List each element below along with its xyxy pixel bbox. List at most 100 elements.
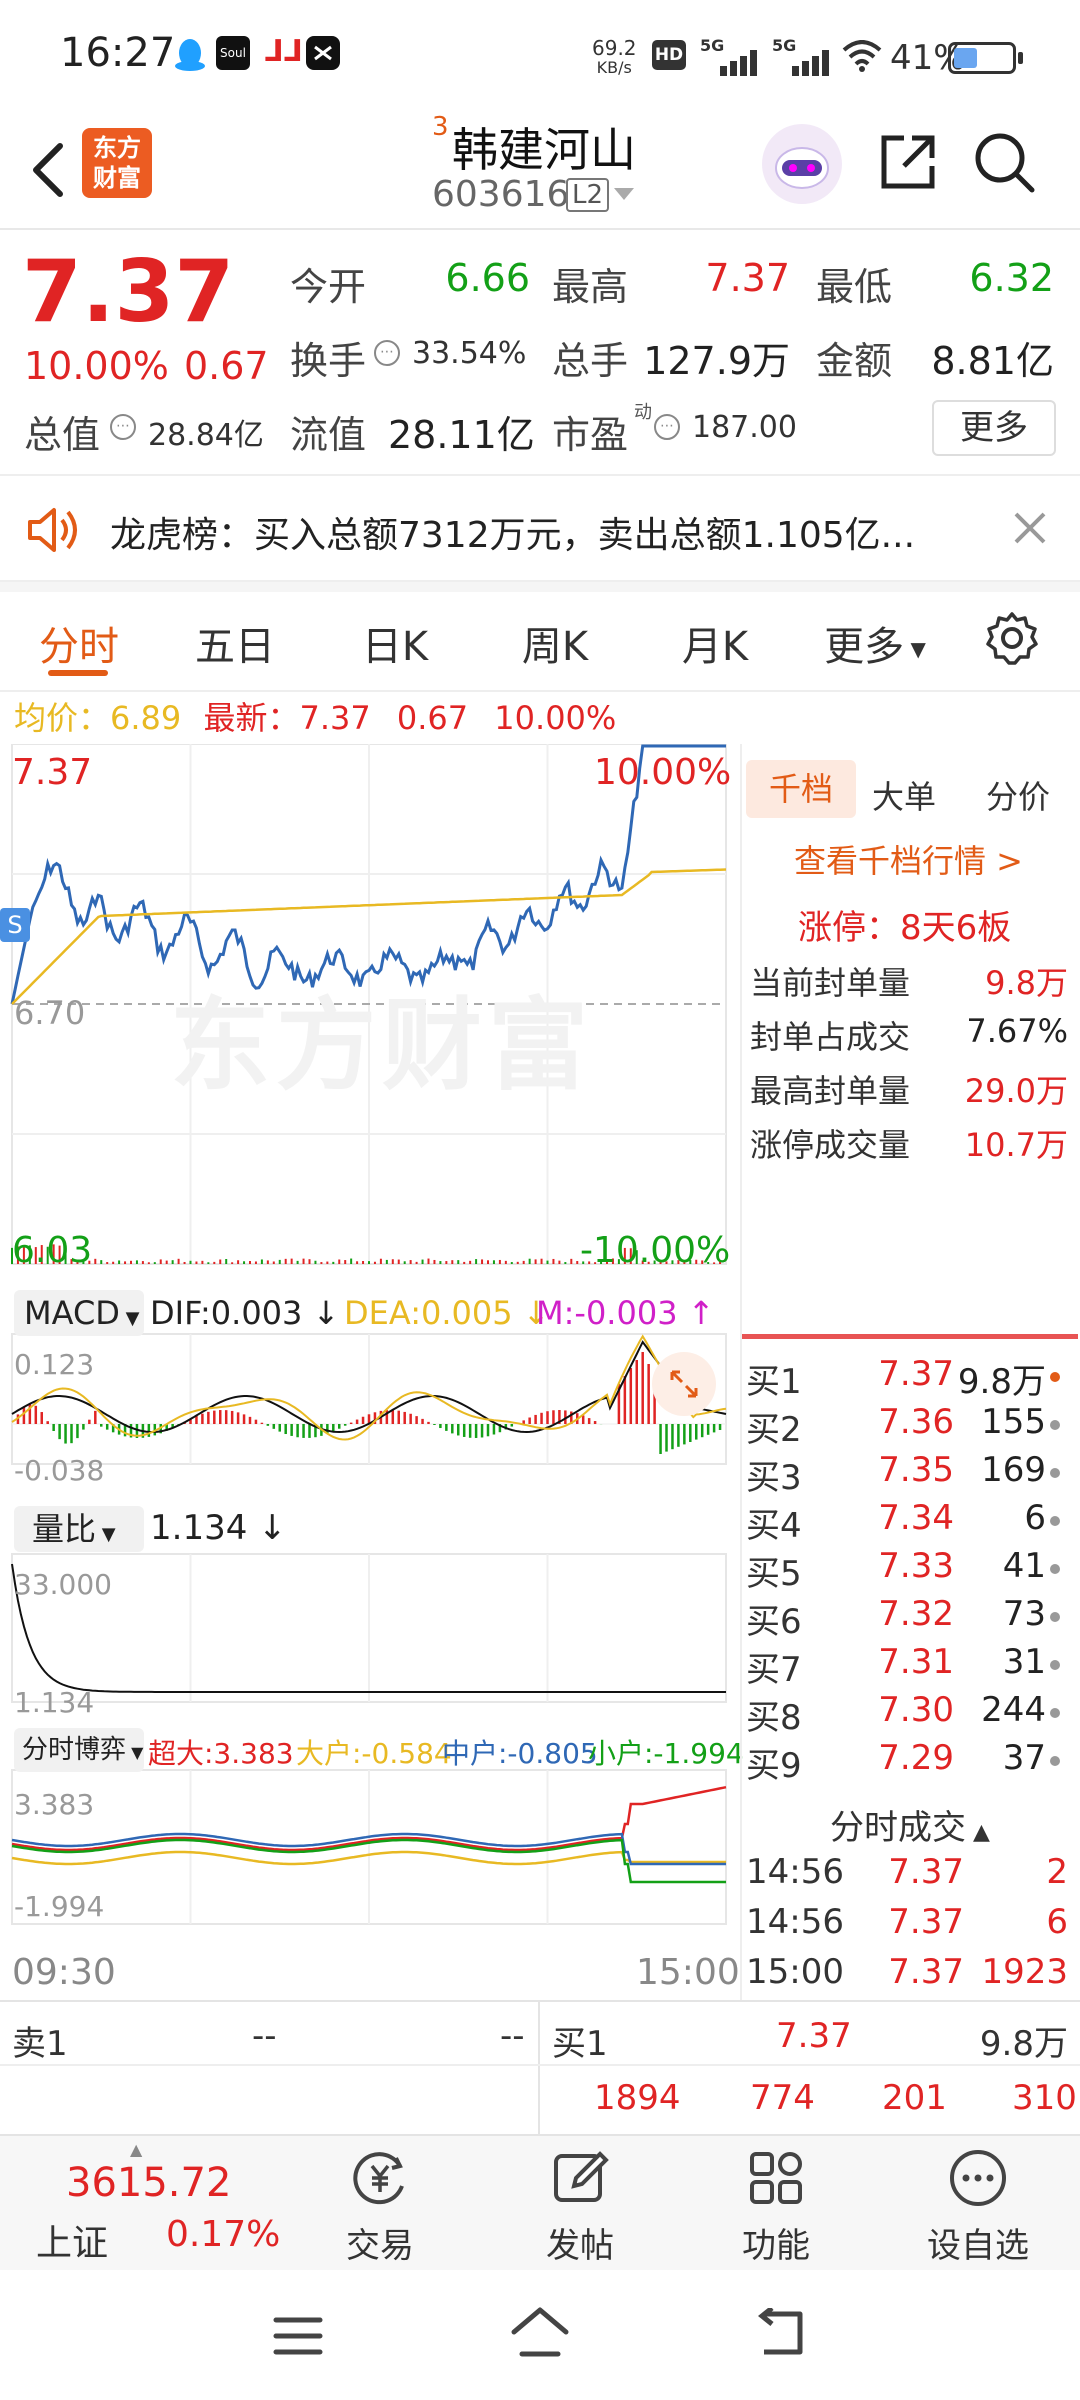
bid-row[interactable]: 买2 7.36 155 <box>742 1402 1078 1450</box>
bid-level-label: 买5 <box>746 1554 802 1594</box>
net-speed: 69.2 KB/s <box>592 36 637 77</box>
trade-yuan-icon <box>348 2146 412 2214</box>
bid-level-label: 买7 <box>746 1650 802 1690</box>
float-cap-label: 流值 <box>290 413 367 457</box>
stock-code: 603616 <box>432 174 570 215</box>
more-dots-icon <box>946 2146 1010 2214</box>
chevron-down-icon[interactable] <box>612 186 636 206</box>
bid-row[interactable]: 买7 7.31 31 <box>742 1642 1078 1690</box>
bid-level-label: 买8 <box>746 1698 802 1738</box>
search-icon[interactable] <box>972 130 1038 200</box>
turnover-label: 换手 <box>290 339 367 383</box>
limit-stat-label: 涨停成交量 <box>750 1126 911 1164</box>
amount-label: 金额 <box>816 339 893 383</box>
hd-icon: HD <box>652 40 686 70</box>
bid-price: 7.29 <box>878 1738 954 1778</box>
limit-up-streak: 涨停：8天6板 <box>798 908 1012 948</box>
stock-name[interactable]: 韩建河山 <box>452 114 636 180</box>
macd-m: M:-0.003 ↑ <box>536 1294 715 1332</box>
level2-badge[interactable]: L2 <box>566 178 610 212</box>
bid-dot <box>1050 1660 1060 1670</box>
share-icon[interactable] <box>876 130 940 198</box>
view-thousand-levels-link[interactable]: 查看千档行情 > <box>794 836 1023 882</box>
tab-thousand-levels[interactable]: 千档 <box>746 760 856 818</box>
system-nav-bar <box>0 2270 1080 2400</box>
tick-volume: 2 <box>1046 1852 1068 1892</box>
app-notification-icon: ⅃⅃ <box>264 34 303 69</box>
settings-gear-icon[interactable] <box>984 610 1040 670</box>
divider <box>0 582 1080 592</box>
info-icon[interactable]: ⋯ <box>110 414 136 440</box>
bid-row[interactable]: 买9 7.29 37 <box>742 1738 1078 1786</box>
bid-row[interactable]: 买5 7.33 41 <box>742 1546 1078 1594</box>
capcut-icon <box>306 36 340 70</box>
tab-five-day[interactable]: 五日 <box>180 614 290 672</box>
tab-big-orders[interactable]: 大单 <box>872 772 936 818</box>
latest-label: 最新： <box>203 699 300 737</box>
nav-functions[interactable]: 功能 <box>716 2136 836 2272</box>
price-axis-top: 7.37 <box>12 752 93 793</box>
robot-assistant-icon[interactable] <box>762 124 842 204</box>
limit-stat-value: 7.67% <box>966 1012 1068 1050</box>
tab-intraday[interactable]: 分时 <box>24 614 134 672</box>
tick-row: 15:00 7.37 1923 <box>742 1952 1078 2000</box>
change-percent: 10.00% <box>24 344 169 388</box>
macd-selector[interactable]: MACD ▼ <box>14 1290 144 1336</box>
bid-price: 7.31 <box>878 1642 954 1682</box>
chevron-up-icon: ▲ <box>130 2140 143 2159</box>
tab-monthly-k[interactable]: 月K <box>660 614 770 672</box>
current-price: 7.37 <box>22 242 235 342</box>
wifi-icon <box>842 40 882 81</box>
time-sales-title[interactable]: 分时成交 ▲ <box>830 1800 990 1849</box>
bid-row[interactable]: 买8 7.30 244 <box>742 1690 1078 1738</box>
info-icon[interactable]: ⋯ <box>654 414 680 440</box>
close-icon[interactable] <box>1012 510 1048 550</box>
mktcap-value: 28.84亿 <box>148 418 264 453</box>
speaker-icon <box>26 506 82 558</box>
bid1-label: 买1 <box>552 2024 608 2064</box>
tab-more[interactable]: 更多 ▼ <box>820 614 930 672</box>
limit-stat-label: 当前封单量 <box>750 964 911 1002</box>
bid-level-label: 买3 <box>746 1458 802 1498</box>
bid1-volume: 9.8万 <box>979 2024 1068 2064</box>
bid-row[interactable]: 买4 7.34 6 <box>742 1498 1078 1546</box>
info-icon[interactable]: ⋯ <box>374 340 400 366</box>
back-nav-icon[interactable] <box>752 2306 808 2362</box>
tab-weekly-k[interactable]: 周K <box>500 614 610 672</box>
tab-daily-k[interactable]: 日K <box>340 614 450 672</box>
expand-icon[interactable] <box>652 1352 716 1416</box>
stock-superscript: 3 <box>432 112 449 142</box>
dragon-tiger-notice[interactable]: 龙虎榜：买入总额7312万元，卖出总额1.105亿... <box>0 476 1080 582</box>
sell-signal-badge[interactable]: S <box>0 908 30 942</box>
capital-flow-selector[interactable]: 分时博弈 ▼ <box>14 1728 144 1772</box>
divider <box>538 2002 540 2134</box>
bid-row[interactable]: 买6 7.32 73 <box>742 1594 1078 1642</box>
limit-divider <box>742 1334 1078 1339</box>
tab-price-distribution[interactable]: 分价 <box>986 772 1050 818</box>
volume-ratio-selector[interactable]: 量比 ▼ <box>14 1506 144 1552</box>
tick-price: 7.37 <box>888 1902 964 1942</box>
vol-ratio-axis-bottom: 1.134 <box>14 1686 95 1719</box>
prev-close-label: 6.70 <box>14 994 86 1032</box>
menu-icon[interactable] <box>272 2314 324 2362</box>
bid-row[interactable]: 买1 7.37 9.8万 <box>742 1354 1078 1402</box>
notice-text: 龙虎榜：买入总额7312万元，卖出总额1.105亿... <box>110 515 916 556</box>
eastmoney-logo[interactable]: 东方 财富 <box>82 128 152 198</box>
flow-big: 大户:-0.584 <box>296 1737 452 1770</box>
bid-dot <box>1050 1372 1060 1382</box>
bid-dot <box>1050 1468 1060 1478</box>
nav-trade[interactable]: 交易 <box>320 2136 440 2272</box>
bid-row[interactable]: 买3 7.35 169 <box>742 1450 1078 1498</box>
tick-volume: 1923 <box>981 1952 1068 1992</box>
status-bar: 16:27 Soul ⅃⅃ 69.2 KB/s HD 5G 5G 41% <box>0 0 1080 110</box>
chart-area[interactable]: 7.37 6.03 10.00% -10.00% 6.70 S 东方财富 MAC… <box>0 744 744 2000</box>
nav-post[interactable]: 发帖 <box>520 2136 640 2272</box>
back-button[interactable] <box>24 130 74 210</box>
mktcap-label: 总值 <box>24 413 101 457</box>
bid-ask-summary: 卖1 -- -- 买1 7.37 9.8万 1894 774 201 310 <box>0 2002 1080 2134</box>
more-button[interactable]: 更多 <box>932 400 1056 456</box>
nav-add-watchlist[interactable]: 设自选 <box>908 2136 1048 2272</box>
high-label: 最高 <box>552 265 629 309</box>
home-icon[interactable] <box>510 2306 570 2362</box>
index-ticker[interactable]: ▲ 3615.72 上证 0.17% <box>0 2136 300 2272</box>
